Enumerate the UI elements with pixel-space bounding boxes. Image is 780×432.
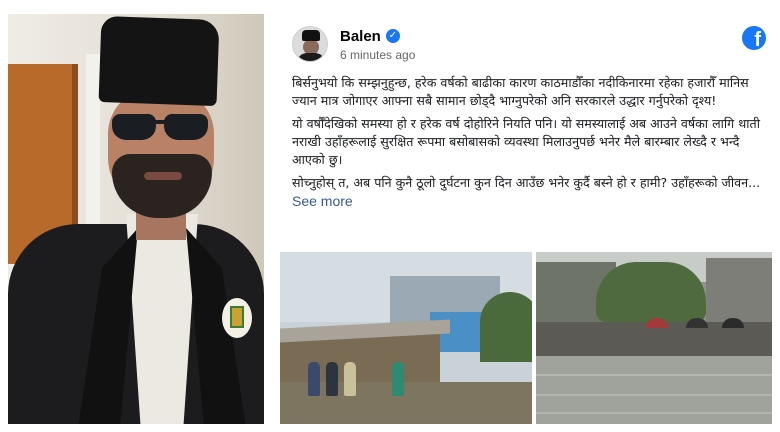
sunglasses-left-lens — [112, 114, 156, 140]
photo-umbrella — [686, 318, 708, 328]
photo-person — [392, 362, 404, 396]
photo-trees — [480, 292, 532, 362]
photo-water-ripple — [536, 374, 772, 376]
post-paragraph: यो वर्षौँदेखिको समस्या हो र हरेक वर्ष दो… — [292, 116, 760, 167]
photo-trees — [596, 262, 706, 322]
post-body: बिर्सनुभयो कि सम्झनुहुन्छ, हरेक वर्षको ब… — [292, 74, 766, 216]
screenshot-frame: Balen ✓ 6 minutes ago f बिर्सनुभयो कि सम… — [0, 0, 780, 432]
portrait-photo — [8, 14, 264, 424]
post-paragraph-truncated: सोच्नुहोस् त, अब पनि कुनै ठूलो दुर्घटना … — [292, 174, 766, 211]
photo-person — [344, 362, 356, 396]
post-photo-flooded-slum[interactable] — [280, 252, 532, 424]
post-timestamp[interactable]: 6 minutes ago — [340, 48, 415, 62]
post-photo-flooded-street[interactable] — [536, 252, 772, 424]
see-more-link[interactable]: See more — [292, 193, 353, 209]
facebook-post-card: Balen ✓ 6 minutes ago f बिर्सनुभयो कि सम… — [280, 14, 772, 424]
facebook-logo-icon: f — [742, 26, 766, 50]
post-paragraph: बिर्सनुभयो कि सम्झनुहुन्छ, हरेक वर्षको ब… — [292, 75, 749, 108]
author-avatar[interactable] — [292, 26, 328, 62]
verified-badge-icon: ✓ — [386, 29, 400, 43]
avatar-body — [297, 53, 325, 61]
author-name[interactable]: Balen — [340, 28, 381, 45]
sunglasses-right-lens — [164, 114, 208, 140]
avatar-hat — [302, 30, 320, 41]
mouth — [144, 172, 182, 180]
photo-person — [326, 362, 338, 396]
sunglasses-bridge — [154, 120, 166, 124]
photo-water-ripple — [536, 412, 772, 414]
black-topi-hat — [98, 15, 220, 107]
photo-water-ripple — [536, 394, 772, 396]
photo-person — [308, 362, 320, 396]
truncated-text: सोच्नुहोस् त, अब पनि कुनै ठूलो दुर्घटना … — [292, 175, 761, 190]
lapel-pin-center — [230, 306, 244, 328]
